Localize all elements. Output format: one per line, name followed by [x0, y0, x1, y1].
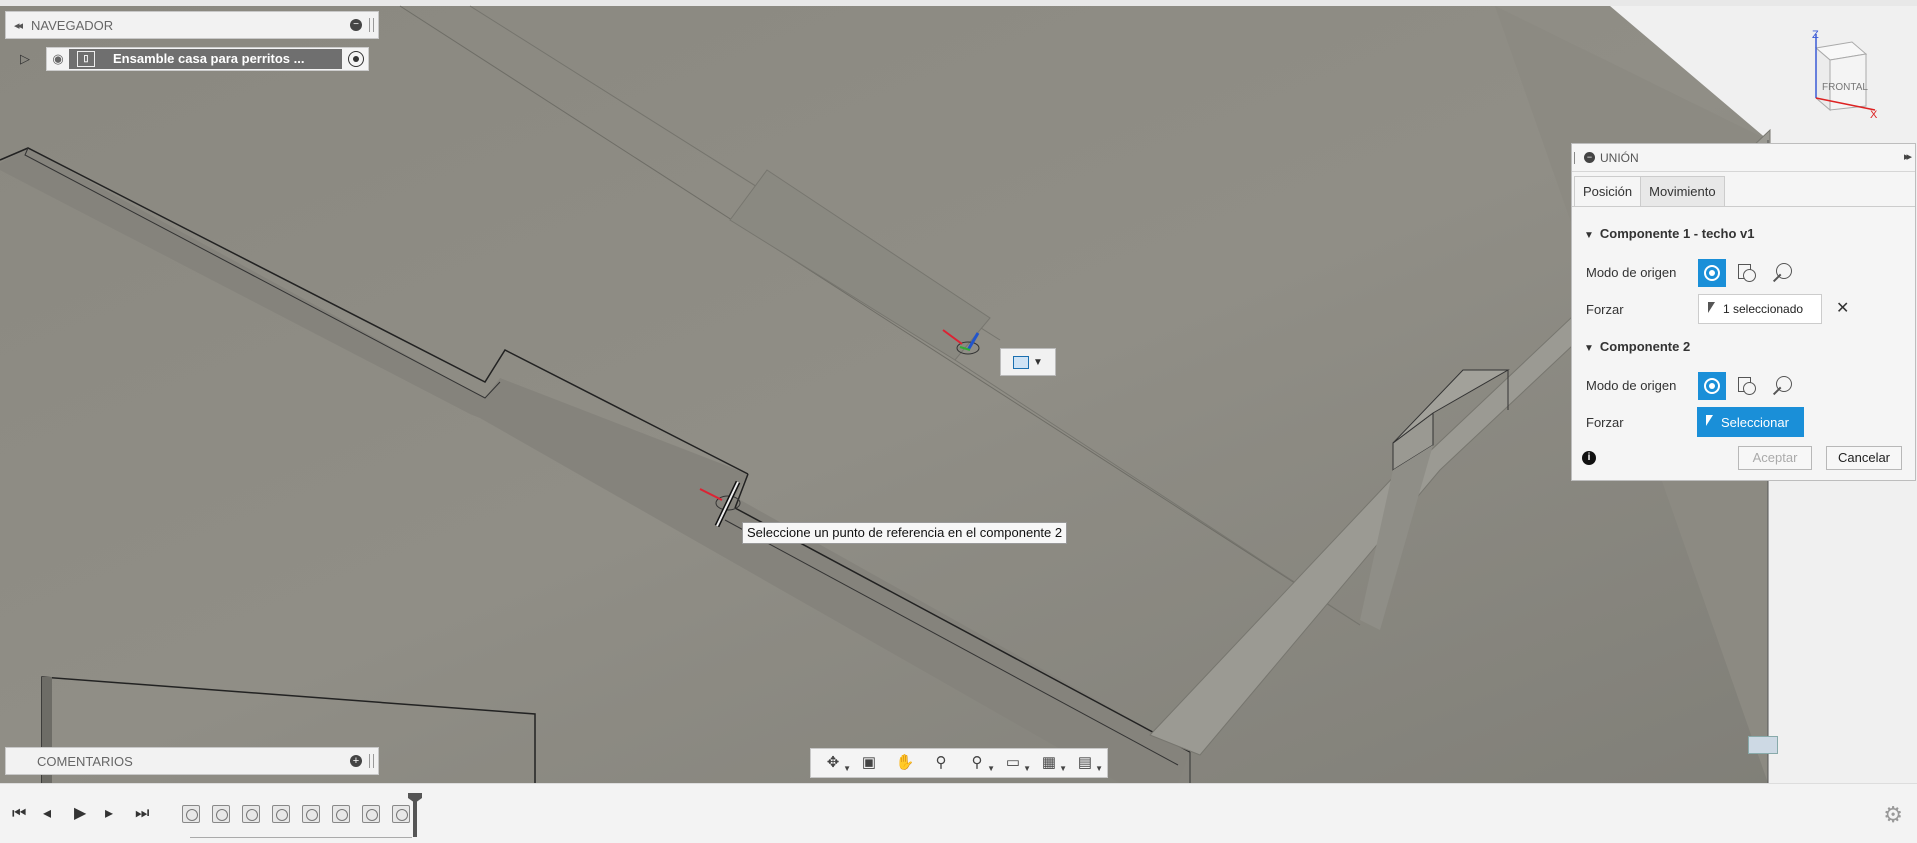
navigation-toolbar: ✥ ▼ ▣ ✋ ⚲ ⚲ ▼ ▭ ▼ ▦ ▼ ▤ ▼	[810, 748, 1108, 778]
navigator-panel-header[interactable]: ◂◂ NAVEGADOR −	[5, 11, 379, 39]
origin-mode-label: Modo de origen	[1586, 265, 1677, 280]
go-to-start-icon[interactable]: ⏮	[12, 806, 26, 822]
expand-icon[interactable]: ▸▸	[1904, 150, 1912, 163]
pointer-cursor-icon	[1707, 302, 1717, 316]
cancel-button[interactable]: Cancelar	[1826, 446, 1902, 470]
image-icon[interactable]	[1013, 355, 1030, 369]
gear-icon[interactable]: ⚙	[1883, 802, 1903, 828]
dialog-header[interactable]: − UNIÓN ▸▸	[1572, 144, 1915, 172]
view-cube-face-label: FRONTAL	[1822, 82, 1868, 93]
chevron-down-icon[interactable]: ▼	[1033, 357, 1043, 368]
simple-origin-button[interactable]	[1698, 372, 1726, 400]
comments-title: COMENTARIOS	[37, 753, 133, 769]
minimize-icon[interactable]: −	[1584, 152, 1595, 163]
timeline-bar: ⏮ ◂ ▶ ▸ ⏭ ⚙	[0, 783, 1917, 843]
drag-handle-icon[interactable]	[369, 754, 374, 768]
timeline-track	[190, 829, 412, 838]
pan-icon[interactable]: ✋	[895, 753, 915, 773]
floating-image-toolbar[interactable]: ▼	[1000, 348, 1056, 376]
joint-dialog: − UNIÓN ▸▸ Posición Movimiento ▼ Componen…	[1571, 143, 1916, 481]
snap-label: Forzar	[1586, 302, 1624, 317]
clear-selection-icon[interactable]: ✕	[1836, 298, 1849, 318]
navigator-title: NAVEGADOR	[31, 17, 114, 33]
axis-x-label: X	[1870, 109, 1878, 118]
collapse-triangle-icon[interactable]: ▼	[1584, 230, 1594, 241]
look-at-icon[interactable]: ▣	[859, 753, 879, 773]
drag-handle-icon[interactable]	[1574, 151, 1578, 164]
snap-select-label: Seleccionar	[1721, 414, 1789, 430]
collapse-triangle-icon[interactable]: ▼	[1584, 343, 1594, 354]
snap-select-button[interactable]: Seleccionar	[1697, 407, 1804, 437]
component-icon: ▯	[77, 51, 95, 67]
add-comment-icon[interactable]: +	[350, 755, 362, 767]
timeline-feature-icon[interactable]	[242, 805, 260, 823]
step-forward-icon[interactable]: ▸	[105, 806, 113, 822]
expand-icon[interactable]: ▷	[20, 51, 38, 67]
pointer-cursor-icon	[1705, 415, 1715, 429]
grid-icon[interactable]: ▦ ▼	[1039, 753, 1067, 773]
root-item-label: Ensamble casa para perritos ...	[113, 51, 305, 66]
go-to-end-icon[interactable]: ⏭	[135, 806, 149, 822]
timeline-feature-icon[interactable]	[182, 805, 200, 823]
two-edge-intersection-button[interactable]	[1768, 259, 1796, 287]
viewports-icon[interactable]: ▤ ▼	[1075, 753, 1103, 773]
timeline-feature-icon[interactable]	[302, 805, 320, 823]
view-cube[interactable]: FRONTAL Z X	[1800, 28, 1880, 121]
snap-selection-field[interactable]: 1 seleccionado	[1698, 294, 1822, 324]
zoom-icon[interactable]: ⚲	[931, 753, 951, 773]
simple-origin-button[interactable]	[1698, 259, 1726, 287]
orbit-icon[interactable]: ✥ ▼	[823, 753, 851, 773]
collapse-icon[interactable]: ◂◂	[14, 19, 23, 32]
activate-radio-icon[interactable]	[348, 51, 364, 67]
play-icon[interactable]: ▶	[74, 806, 86, 822]
fit-icon[interactable]: ⚲ ▼	[967, 753, 996, 773]
tab-position[interactable]: Posición	[1574, 176, 1642, 206]
tab-motion[interactable]: Movimiento	[1641, 176, 1725, 206]
timeline-feature-icon[interactable]	[392, 805, 410, 823]
visibility-eye-icon[interactable]: ◉	[47, 51, 69, 67]
between-two-faces-button[interactable]	[1732, 259, 1760, 287]
minimize-icon[interactable]: −	[350, 19, 362, 31]
info-icon[interactable]: i	[1582, 451, 1596, 465]
dialog-title: UNIÓN	[1600, 150, 1639, 165]
timeline-feature-icon[interactable]	[362, 805, 380, 823]
two-edge-intersection-button[interactable]	[1768, 372, 1796, 400]
axis-z-label: Z	[1812, 29, 1819, 41]
timeline-marker[interactable]	[413, 797, 417, 837]
comments-panel-header[interactable]: COMENTARIOS +	[5, 747, 379, 775]
origin-mode-label: Modo de origen	[1586, 378, 1677, 393]
display-settings-icon[interactable]: ▭ ▼	[1003, 753, 1031, 773]
snap-label: Forzar	[1586, 415, 1624, 430]
navigator-root-item[interactable]: ◉ ▯ Ensamble casa para perritos ...	[46, 47, 369, 71]
between-two-faces-button[interactable]	[1732, 372, 1760, 400]
component2-section-header[interactable]: ▼ Componente 2	[1584, 339, 1690, 354]
selection-tooltip: Seleccione un punto de referencia en el …	[742, 522, 1068, 544]
timeline-feature-icon[interactable]	[332, 805, 350, 823]
step-back-icon[interactable]: ◂	[43, 806, 51, 822]
ok-button[interactable]: Aceptar	[1738, 446, 1812, 470]
timeline-feature-icon[interactable]	[272, 805, 290, 823]
dialog-tabs: Posición Movimiento	[1572, 172, 1915, 207]
comment-marker-icon[interactable]	[1748, 736, 1778, 754]
drag-handle-icon[interactable]	[369, 18, 374, 32]
component1-section-header[interactable]: ▼ Componente 1 - techo v1	[1584, 226, 1754, 241]
navigator-tree-row[interactable]: ▷ ◉ ▯ Ensamble casa para perritos ...	[20, 46, 375, 72]
snap-selection-value: 1 seleccionado	[1723, 302, 1804, 316]
timeline-feature-icon[interactable]	[212, 805, 230, 823]
